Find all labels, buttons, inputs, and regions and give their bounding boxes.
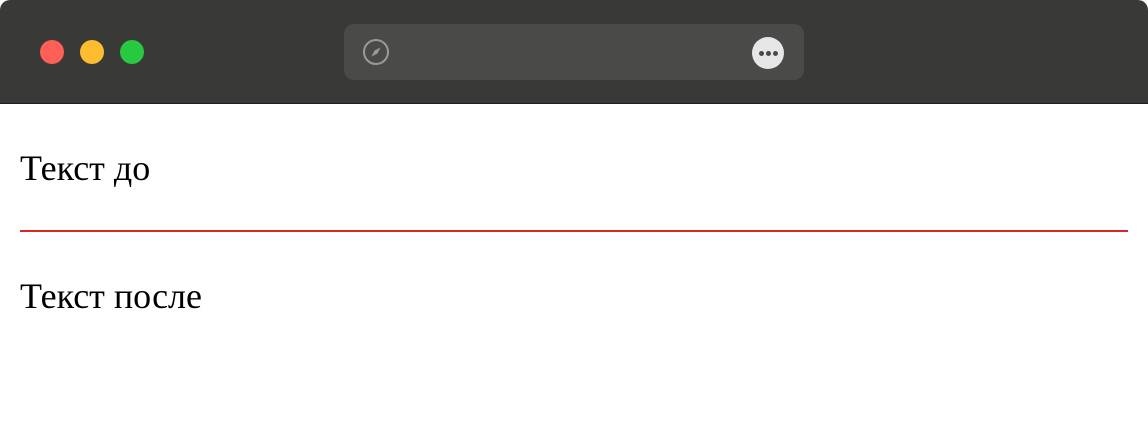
browser-window: Текст до Текст после <box>0 0 1148 448</box>
minimize-button[interactable] <box>80 40 104 64</box>
compass-icon <box>363 39 389 65</box>
address-bar[interactable] <box>344 24 804 80</box>
title-bar <box>0 0 1148 104</box>
text-after: Текст после <box>20 276 202 316</box>
page-content: Текст до Текст после <box>0 104 1148 448</box>
zoom-button[interactable] <box>120 40 144 64</box>
more-icon[interactable] <box>752 37 784 69</box>
horizontal-rule <box>20 230 1128 232</box>
close-button[interactable] <box>40 40 64 64</box>
text-before: Текст до <box>20 148 151 188</box>
